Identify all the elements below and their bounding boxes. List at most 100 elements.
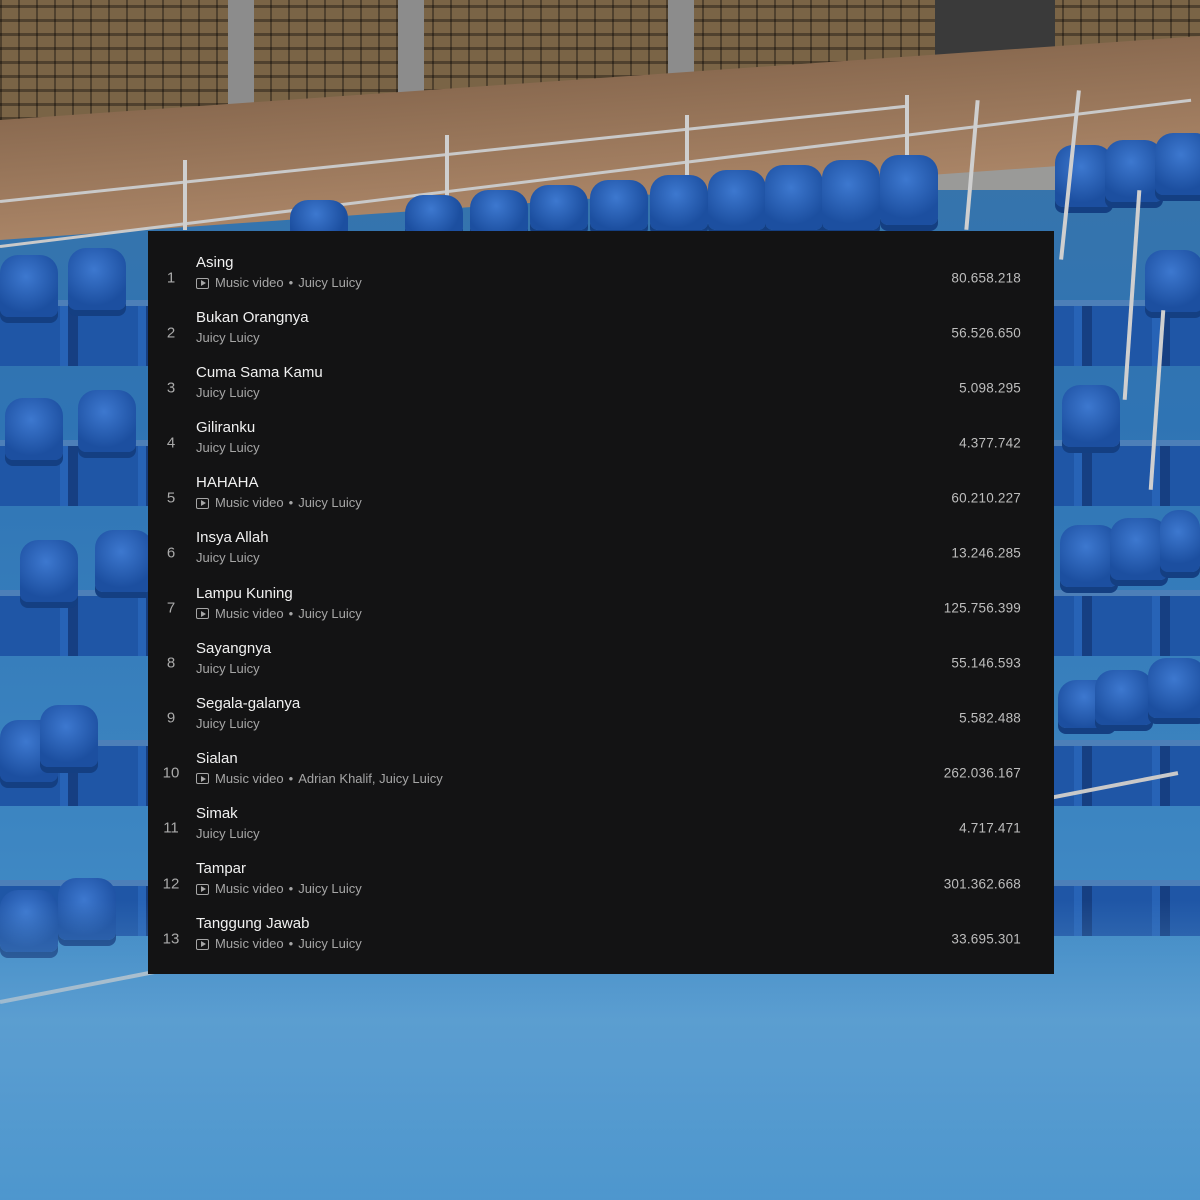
background-seat — [1095, 670, 1153, 725]
music-video-icon — [196, 497, 209, 509]
track-row[interactable]: 13 Tanggung Jawab Music video • Juicy Luicy 3… — [148, 911, 1054, 966]
track-play-count: 125.756.399 — [943, 600, 1021, 616]
separator-dot: • — [288, 770, 294, 786]
track-play-count: 4.717.471 — [959, 820, 1021, 836]
track-title[interactable]: Asing — [196, 253, 362, 273]
track-title[interactable]: Cuma Sama Kamu — [196, 363, 323, 383]
track-artist[interactable]: Juicy Luicy — [196, 659, 260, 679]
track-subtitle: Music video • Juicy Luicy — [196, 493, 362, 513]
track-play-count: 5.098.295 — [959, 380, 1021, 396]
track-rank: 10 — [162, 764, 180, 782]
background-seat — [0, 255, 58, 317]
track-title[interactable]: HAHAHA — [196, 473, 362, 493]
track-play-count: 5.582.488 — [959, 710, 1021, 726]
track-info: Simak Juicy Luicy — [196, 804, 260, 844]
track-title[interactable]: Bukan Orangnya — [196, 308, 309, 328]
track-artist[interactable]: Juicy Luicy — [298, 879, 362, 899]
track-title[interactable]: Segala-galanya — [196, 694, 300, 714]
separator-dot: • — [288, 605, 294, 621]
track-artist[interactable]: Juicy Luicy — [196, 548, 260, 568]
background-railing-post — [183, 160, 187, 230]
track-artist[interactable]: Juicy Luicy — [196, 438, 260, 458]
track-artist[interactable]: Juicy Luicy — [196, 824, 260, 844]
background-seat — [1160, 510, 1200, 572]
track-rank: 5 — [166, 489, 176, 507]
track-row[interactable]: 10 Sialan Music video • Adrian Khalif, Juicy… — [148, 746, 1054, 801]
background-seat — [1062, 385, 1120, 447]
track-title[interactable]: Sayangnya — [196, 639, 271, 659]
track-info: Sayangnya Juicy Luicy — [196, 639, 271, 679]
track-artist[interactable]: Adrian Khalif, Juicy Luicy — [298, 769, 443, 789]
background-seat — [1155, 133, 1200, 195]
track-row[interactable]: 7 Lampu Kuning Music video • Juicy Luicy 125.… — [148, 581, 1054, 636]
track-subtitle: Juicy Luicy — [196, 659, 271, 679]
background-seat — [530, 185, 588, 230]
separator-dot: • — [288, 275, 294, 290]
track-rank: 11 — [163, 819, 179, 837]
track-row[interactable]: 11 Simak Juicy Luicy 4.717.471 — [148, 801, 1054, 856]
track-row[interactable]: 8 Sayangnya Juicy Luicy 55.146.593 — [148, 636, 1054, 691]
track-rank: 6 — [166, 544, 176, 562]
background-seat — [5, 398, 63, 460]
track-info: Lampu Kuning Music video • Juicy Luicy — [196, 584, 362, 624]
track-row[interactable]: 1 Asing Music video • Juicy Luicy 80.658.218 — [148, 250, 1054, 305]
track-row[interactable]: 5 HAHAHA Music video • Juicy Luicy 60.210.227 — [148, 470, 1054, 525]
track-info: Insya Allah Juicy Luicy — [196, 528, 269, 568]
track-info: Tanggung Jawab Music video • Juicy Luicy — [196, 914, 362, 954]
track-row[interactable]: 6 Insya Allah Juicy Luicy 13.246.285 — [148, 525, 1054, 580]
track-rank: 7 — [166, 599, 176, 617]
track-rank: 3 — [166, 379, 176, 397]
separator-dot: • — [288, 495, 294, 511]
track-row[interactable]: 3 Cuma Sama Kamu Juicy Luicy 5.098.295 — [148, 360, 1054, 415]
background-seat — [708, 170, 766, 230]
track-title[interactable]: Simak — [196, 804, 260, 824]
track-info: Giliranku Juicy Luicy — [196, 418, 260, 458]
track-rank: 4 — [166, 434, 176, 452]
track-row[interactable]: 2 Bukan Orangnya Juicy Luicy 56.526.650 — [148, 305, 1054, 360]
track-subtitle: Music video • Juicy Luicy — [196, 934, 362, 954]
track-rank: 8 — [166, 654, 176, 672]
background-seat — [650, 175, 708, 230]
track-artist[interactable]: Juicy Luicy — [298, 493, 362, 513]
track-subtitle: Juicy Luicy — [196, 548, 269, 568]
background-seat — [470, 190, 528, 235]
track-artist[interactable]: Juicy Luicy — [196, 714, 260, 734]
track-artist[interactable]: Juicy Luicy — [196, 383, 260, 403]
track-title[interactable]: Giliranku — [196, 418, 260, 438]
track-title[interactable]: Lampu Kuning — [196, 584, 362, 604]
background-seat — [590, 180, 648, 230]
track-rank: 12 — [162, 875, 180, 893]
track-row[interactable]: 12 Tampar Music video • Juicy Luicy 301.362.6… — [148, 856, 1054, 911]
track-play-count: 55.146.593 — [951, 655, 1021, 671]
track-artist[interactable]: Juicy Luicy — [298, 934, 362, 954]
music-video-label: Music video — [215, 770, 284, 786]
background-seat — [1148, 658, 1200, 718]
music-video-label: Music video — [215, 275, 284, 290]
track-play-count: 262.036.167 — [943, 765, 1021, 781]
track-info: Asing Music video • Juicy Luicy — [196, 253, 362, 293]
track-rank: 2 — [166, 324, 176, 342]
background-seat — [765, 165, 823, 230]
track-play-count: 301.362.668 — [943, 876, 1021, 892]
track-artist[interactable]: Juicy Luicy — [196, 328, 260, 348]
track-title[interactable]: Sialan — [196, 749, 443, 769]
background-seat — [20, 540, 78, 602]
track-artist[interactable]: Juicy Luicy — [298, 273, 362, 293]
track-artist[interactable]: Juicy Luicy — [298, 604, 362, 624]
separator-dot: • — [288, 936, 294, 952]
music-video-icon — [196, 277, 209, 289]
track-info: Cuma Sama Kamu Juicy Luicy — [196, 363, 323, 403]
track-row[interactable]: 9 Segala-galanya Juicy Luicy 5.582.488 — [148, 691, 1054, 746]
track-subtitle: Juicy Luicy — [196, 438, 260, 458]
track-title[interactable]: Tampar — [196, 859, 362, 879]
track-title[interactable]: Tanggung Jawab — [196, 914, 362, 934]
music-video-icon — [196, 883, 209, 895]
track-play-count: 80.658.218 — [951, 270, 1021, 286]
music-video-icon — [196, 938, 209, 950]
music-video-label: Music video — [215, 495, 284, 511]
music-video-icon — [196, 773, 209, 785]
track-title[interactable]: Insya Allah — [196, 528, 269, 548]
track-row[interactable]: 4 Giliranku Juicy Luicy 4.377.742 — [148, 415, 1054, 470]
music-video-label: Music video — [215, 936, 284, 952]
background-seat — [78, 390, 136, 452]
